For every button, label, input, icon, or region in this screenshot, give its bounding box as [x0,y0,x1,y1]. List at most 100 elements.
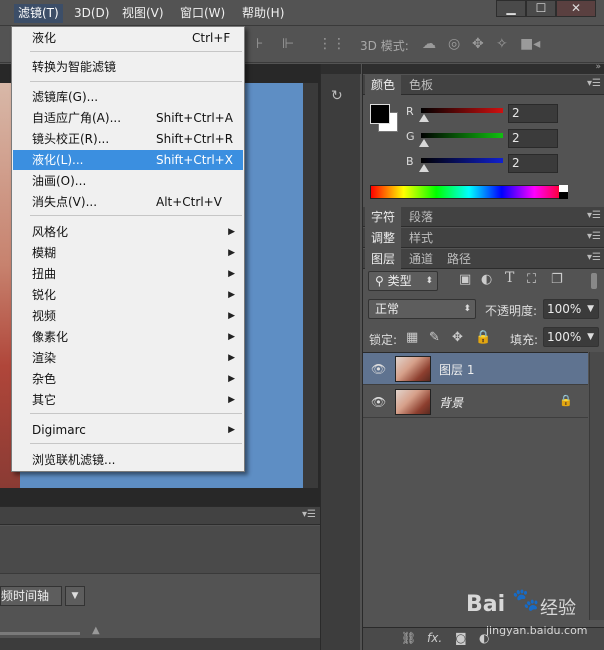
menu-item-blur[interactable]: 模糊 ▶ [13,243,243,263]
b-slider[interactable] [421,158,503,163]
tab-channels[interactable]: 通道 [403,249,439,269]
menu-item-liquify[interactable]: 液化(L)... Shift+Ctrl+X [13,150,243,170]
menu-item-render[interactable]: 渲染 ▶ [13,348,243,368]
lock-position-icon[interactable]: ✥ [452,330,463,345]
3d-rotate-icon[interactable]: ☁ [422,36,436,52]
collapse-icon[interactable]: » [595,62,601,72]
menu-item-noise[interactable]: 杂色 ▶ [13,369,243,389]
layer-filter-kind-select[interactable]: ⚲ 类型 ⬍ [368,271,438,291]
g-slider[interactable] [421,133,503,138]
b-value-field[interactable]: 2 [508,154,558,173]
3d-pan-icon[interactable]: ✥ [472,36,484,52]
b-slider-thumb[interactable] [419,164,429,172]
foreground-color-swatch[interactable] [370,104,390,124]
timeline-zoom-slider[interactable] [0,632,80,635]
history-icon[interactable]: ↻ [331,88,351,108]
menu-item-other[interactable]: 其它 ▶ [13,390,243,410]
menu-item-digimarc[interactable]: Digimarc ▶ [13,420,243,440]
panel-menu-icon[interactable]: ▾☰ [587,78,601,89]
fx-icon[interactable]: fx. [427,631,442,645]
channel-g-label: G [406,130,415,143]
menu-window[interactable]: 窗口(W) [176,4,229,23]
lock-all-icon[interactable]: 🔒 [475,330,491,345]
tab-paths[interactable]: 路径 [441,249,477,269]
menu-item-video[interactable]: 视频 ▶ [13,306,243,326]
close-button[interactable]: ✕ [556,0,596,17]
layer-name[interactable]: 图层 1 [439,361,474,378]
lock-image-icon[interactable]: ✎ [429,330,440,345]
g-slider-thumb[interactable] [419,139,429,147]
menu-3d[interactable]: 3D(D) [70,4,113,23]
ramp-white-swatch[interactable] [559,185,568,192]
g-value-field[interactable]: 2 [508,129,558,148]
filter-toggle[interactable] [591,273,597,289]
fill-field[interactable]: 100% ▼ [543,327,599,347]
visibility-eye-icon[interactable]: 👁 [371,362,386,376]
smart-object-filter-icon[interactable]: ❐ [551,272,563,287]
zoom-in-icon[interactable]: ▲ [92,625,100,636]
menu-item-distort[interactable]: 扭曲 ▶ [13,264,243,284]
chevron-down-icon[interactable]: ▼ [65,586,85,606]
tab-styles[interactable]: 样式 [403,228,439,248]
r-slider[interactable] [421,108,503,113]
type-filter-icon[interactable]: T [505,270,514,286]
layer-row[interactable]: 👁 背景 🔒 [363,386,588,418]
color-spectrum-ramp[interactable] [370,185,568,199]
tab-layers[interactable]: 图层 [365,249,402,269]
menu-item-last-filter[interactable]: 液化 Ctrl+F [13,28,243,48]
menu-item-convert-smart-filter[interactable]: 转换为智能滤镜 [13,57,243,77]
menu-separator [30,443,242,444]
panel-menu-icon[interactable]: ▾☰ [587,252,601,263]
layer-scrollbar[interactable] [589,352,604,620]
tab-paragraph[interactable]: 段落 [403,207,439,227]
pixel-filter-icon[interactable]: ▣ [459,272,471,287]
menu-item-oil-paint[interactable]: 油画(O)... [13,171,243,191]
menu-label: 转换为智能滤镜 [32,60,117,74]
3d-scale-icon[interactable]: ■◂ [520,36,540,52]
tab-adjustments[interactable]: 调整 [365,228,402,248]
ramp-black-swatch[interactable] [559,192,568,199]
adjustment-filter-icon[interactable]: ◐ [481,272,492,287]
shape-filter-icon[interactable]: ⛶ [527,272,536,287]
r-value-field[interactable]: 2 [508,104,558,123]
panel-menu-icon[interactable]: ▾☰ [587,210,601,221]
3d-slide-icon[interactable]: ✧ [496,36,508,52]
panel-menu-icon[interactable]: ▾☰ [302,509,316,520]
menu-item-sharpen[interactable]: 锐化 ▶ [13,285,243,305]
menu-item-vanishing-point[interactable]: 消失点(V)... Alt+Ctrl+V [13,192,243,212]
menu-help[interactable]: 帮助(H) [238,4,288,23]
filter-menu: 液化 Ctrl+F 转换为智能滤镜 滤镜库(G)... 自适应广角(A)... Sh… [11,26,245,472]
r-slider-thumb[interactable] [419,114,429,122]
layer-row[interactable]: 👁 图层 1 [363,353,588,385]
menu-item-stylize[interactable]: 风格化 ▶ [13,222,243,242]
menu-item-pixelate[interactable]: 像素化 ▶ [13,327,243,347]
menu-item-browse-online-filters[interactable]: 浏览联机滤镜... [13,450,243,470]
tab-character[interactable]: 字符 [365,207,402,227]
menu-label: 锐化 [32,288,57,302]
menu-item-filter-gallery[interactable]: 滤镜库(G)... [13,87,243,107]
tab-color[interactable]: 颜色 [365,75,402,95]
visibility-eye-icon[interactable]: 👁 [371,395,386,409]
align-top-icon[interactable]: ⊦ [256,36,263,52]
add-mask-icon[interactable]: ◙ [455,631,467,645]
layer-name[interactable]: 背景 [439,394,463,411]
menu-filter[interactable]: 滤镜(T) [14,4,63,23]
distribute-icon[interactable]: ⋮⋮ [318,36,346,52]
align-center-icon[interactable]: ⊩ [282,36,294,52]
menu-label: 镜头校正(R)... [32,132,110,146]
vertical-scrollbar[interactable] [303,83,318,488]
minimize-button[interactable]: ▁ [496,0,526,17]
menu-item-lens-correction[interactable]: 镜头校正(R)... Shift+Ctrl+R [13,129,243,149]
link-layers-icon[interactable]: ⛓ [401,631,416,645]
menu-label: 像素化 [32,330,69,344]
tab-swatches[interactable]: 色板 [403,75,439,95]
menu-view[interactable]: 视图(V) [118,4,168,23]
create-timeline-button[interactable]: 频时间轴 [0,586,62,606]
blend-mode-select[interactable]: 正常 ⬍ [368,299,476,319]
maximize-button[interactable]: ☐ [526,0,556,17]
3d-roll-icon[interactable]: ◎ [448,36,460,52]
lock-transparent-icon[interactable]: ▦ [406,330,418,345]
opacity-field[interactable]: 100% ▼ [543,299,599,319]
panel-menu-icon[interactable]: ▾☰ [587,231,601,242]
menu-item-adaptive-wide-angle[interactable]: 自适应广角(A)... Shift+Ctrl+A [13,108,243,128]
